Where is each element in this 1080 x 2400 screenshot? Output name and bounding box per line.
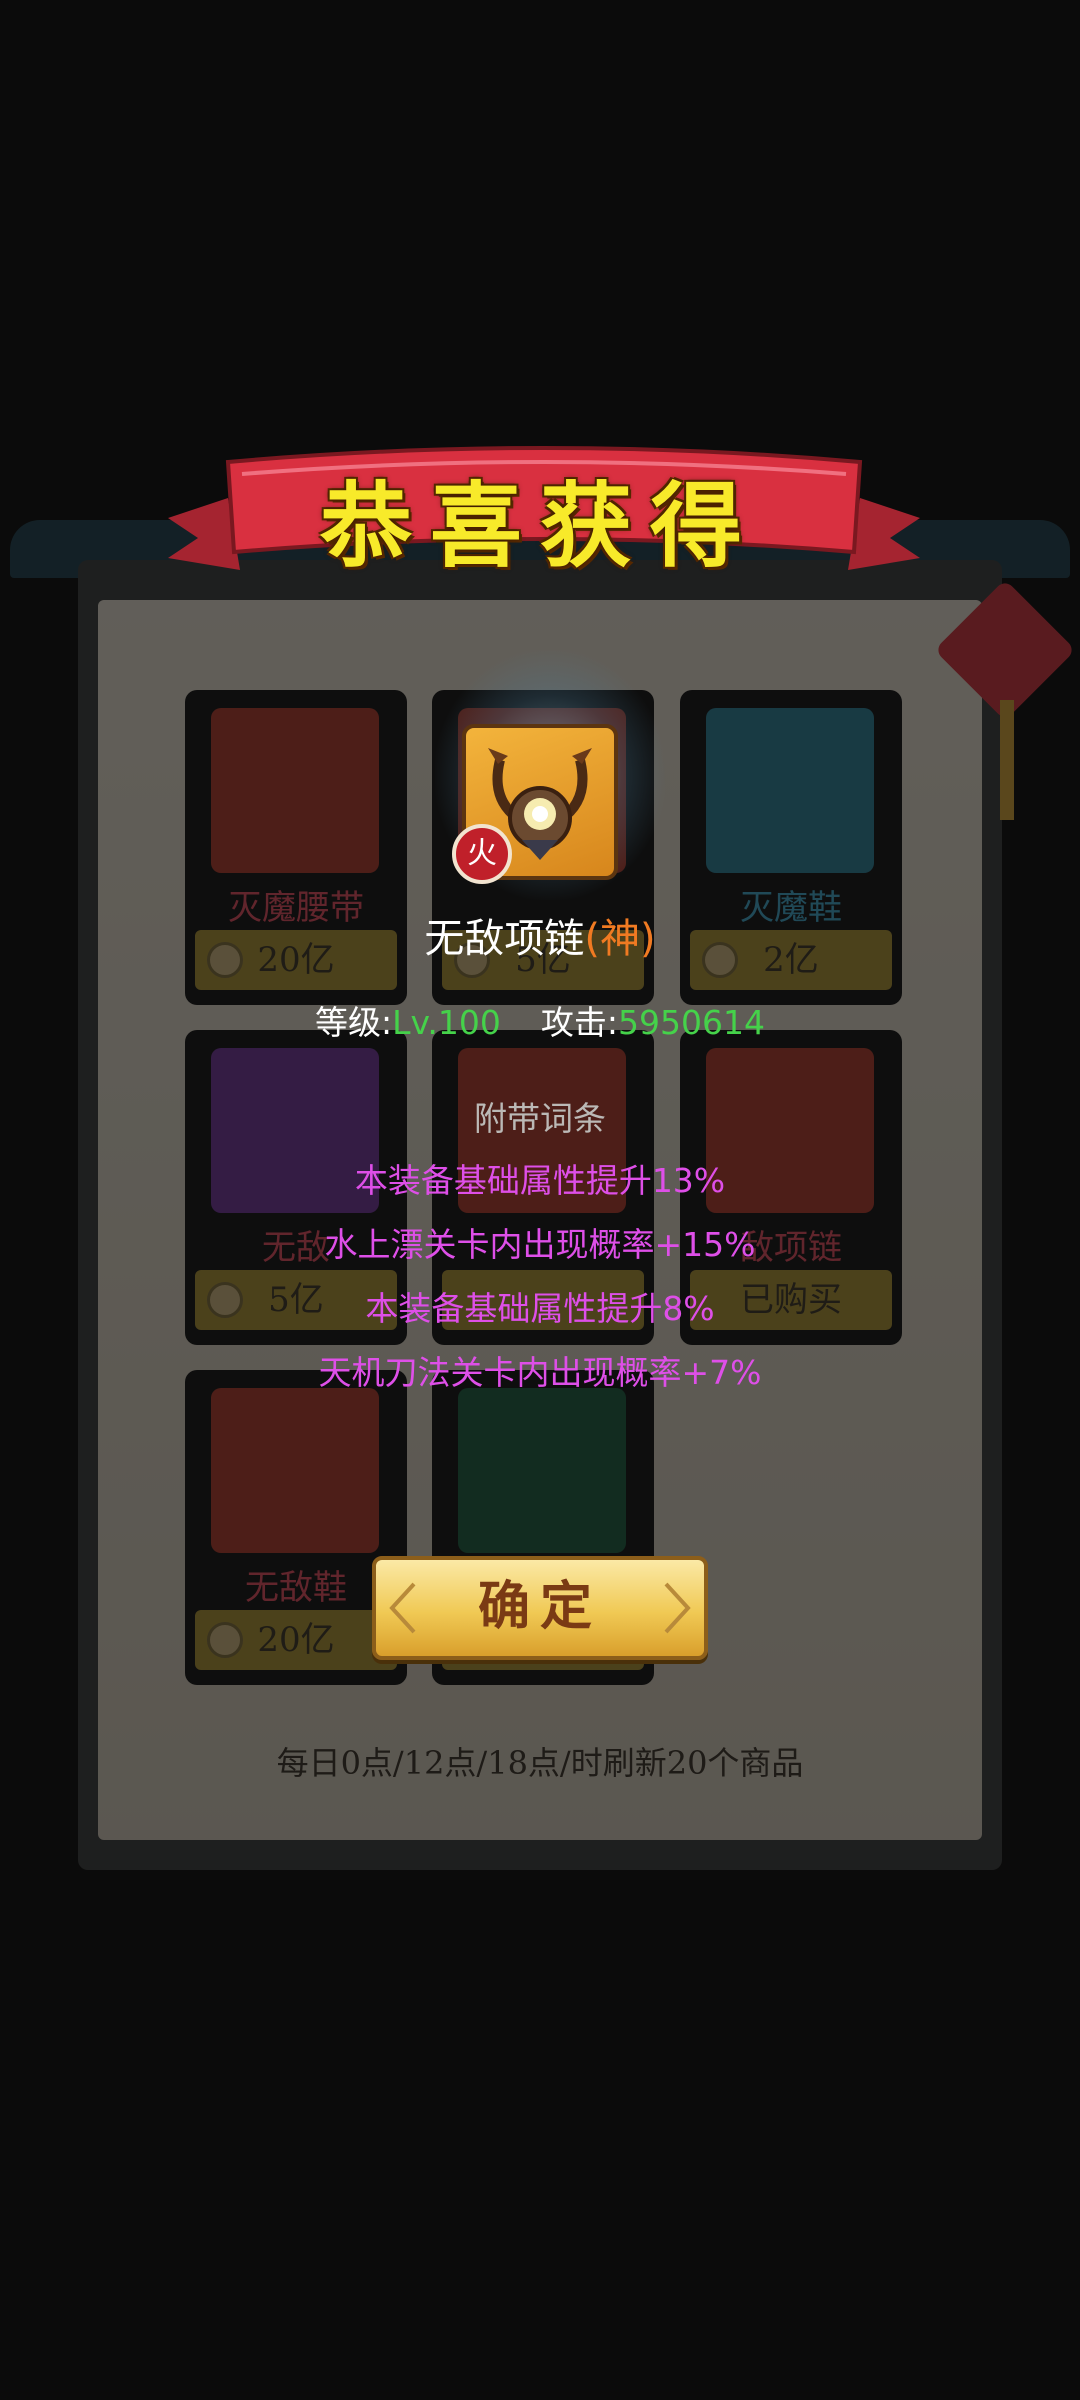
item-tier: (神) xyxy=(584,916,656,962)
slot-price: 20亿 xyxy=(195,1610,397,1670)
stats-row: 等级:Lv.100 攻击:5950614 xyxy=(0,996,1080,1044)
shoe-icon xyxy=(211,1388,379,1553)
item-name: 无敌项链 xyxy=(424,916,585,962)
chevron-decoration-icon xyxy=(389,1582,416,1634)
level-value: Lv.100 xyxy=(392,1003,501,1042)
refresh-note: 每日0点/12点/18点/时刷新20个商品 xyxy=(276,1744,804,1782)
tassel-decoration xyxy=(1000,700,1014,820)
affix-title: 附带词条 xyxy=(474,1099,606,1138)
level-label: 等级: xyxy=(314,1003,393,1042)
belt-icon xyxy=(211,708,379,873)
item-name-row: 无敌项链(神) xyxy=(0,906,1080,964)
confirm-label: 确定 xyxy=(477,1576,602,1637)
confirm-button[interactable]: 确定 xyxy=(372,1556,708,1660)
popup-title: 恭喜获得 xyxy=(319,472,760,580)
shoe-icon xyxy=(706,708,874,873)
affix-line: 水上漂关卡内出现概率+15% xyxy=(324,1225,756,1264)
affix-line: 本装备基础属性提升13% xyxy=(354,1161,726,1200)
empty-slot-icon xyxy=(458,1388,626,1553)
coin-icon xyxy=(207,1622,243,1658)
affix-line: 本装备基础属性提升8% xyxy=(365,1289,715,1328)
affix-line: 天机刀法关卡内出现概率+7% xyxy=(318,1353,762,1392)
fire-element-badge: 火 xyxy=(452,824,512,884)
attack-label: 攻击: xyxy=(540,1003,619,1042)
chevron-decoration-icon xyxy=(664,1582,691,1634)
attack-value: 5950614 xyxy=(618,1003,766,1042)
